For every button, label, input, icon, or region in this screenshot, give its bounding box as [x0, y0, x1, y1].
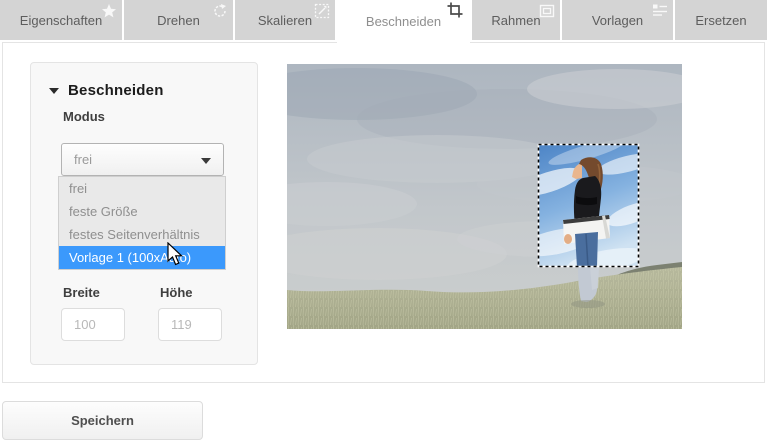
mode-dropdown-list: frei feste Größe festes Seitenverhältnis… — [58, 176, 226, 270]
crop-panel: Beschneiden Modus frei frei feste Größe … — [30, 62, 258, 365]
tab-vorlagen[interactable]: Vorlagen — [562, 0, 673, 40]
preview-photo — [287, 64, 682, 329]
tab-ersetzen[interactable]: Ersetzen — [675, 0, 767, 40]
panel-header[interactable]: Beschneiden — [49, 82, 164, 99]
tab-label: Ersetzen — [695, 13, 746, 28]
tab-rahmen[interactable]: Rahmen — [472, 0, 560, 40]
height-input[interactable] — [158, 308, 222, 341]
width-input[interactable] — [61, 308, 125, 341]
tab-label: Eigenschaften — [20, 13, 102, 28]
tab-drehen[interactable]: Drehen — [124, 0, 233, 40]
tab-label: Beschneiden — [366, 14, 441, 29]
scale-icon — [314, 3, 330, 19]
collapse-triangle-icon — [49, 88, 59, 94]
image-editor-app: { "tabs": [ {"label": "Eigenschaften", "… — [0, 0, 767, 444]
chevron-down-icon — [201, 158, 211, 164]
star-icon — [101, 3, 117, 19]
tab-label: Skalieren — [258, 13, 312, 28]
dropdown-option-vorlage-1[interactable]: Vorlage 1 (100xAuto) — [59, 246, 225, 269]
tab-label: Vorlagen — [592, 13, 643, 28]
dropdown-option-feste-groesse[interactable]: feste Größe — [59, 200, 225, 223]
width-label: Breite — [63, 285, 100, 300]
mode-select-value: frei — [74, 152, 92, 167]
mode-label: Modus — [63, 109, 105, 124]
height-label: Höhe — [160, 285, 193, 300]
save-button[interactable]: Speichern — [2, 401, 203, 440]
templates-icon — [652, 3, 668, 19]
tab-skalieren[interactable]: Skalieren — [235, 0, 335, 40]
frame-icon — [539, 3, 555, 19]
tab-label: Drehen — [157, 13, 200, 28]
tab-label: Rahmen — [491, 13, 540, 28]
mode-select[interactable]: frei — [61, 143, 224, 176]
tab-beschneiden[interactable]: Beschneiden — [337, 0, 470, 43]
rotate-icon — [212, 3, 228, 19]
dropdown-option-frei[interactable]: frei — [59, 177, 225, 200]
panel-title: Beschneiden — [68, 82, 164, 99]
tab-eigenschaften[interactable]: Eigenschaften — [0, 0, 122, 40]
dropdown-option-festes-seitenverhaeltnis[interactable]: festes Seitenverhältnis — [59, 223, 225, 246]
image-preview[interactable] — [287, 64, 682, 329]
crop-icon — [447, 2, 463, 18]
tab-bar: Eigenschaften Drehen Skalieren Beschneid… — [0, 0, 767, 40]
